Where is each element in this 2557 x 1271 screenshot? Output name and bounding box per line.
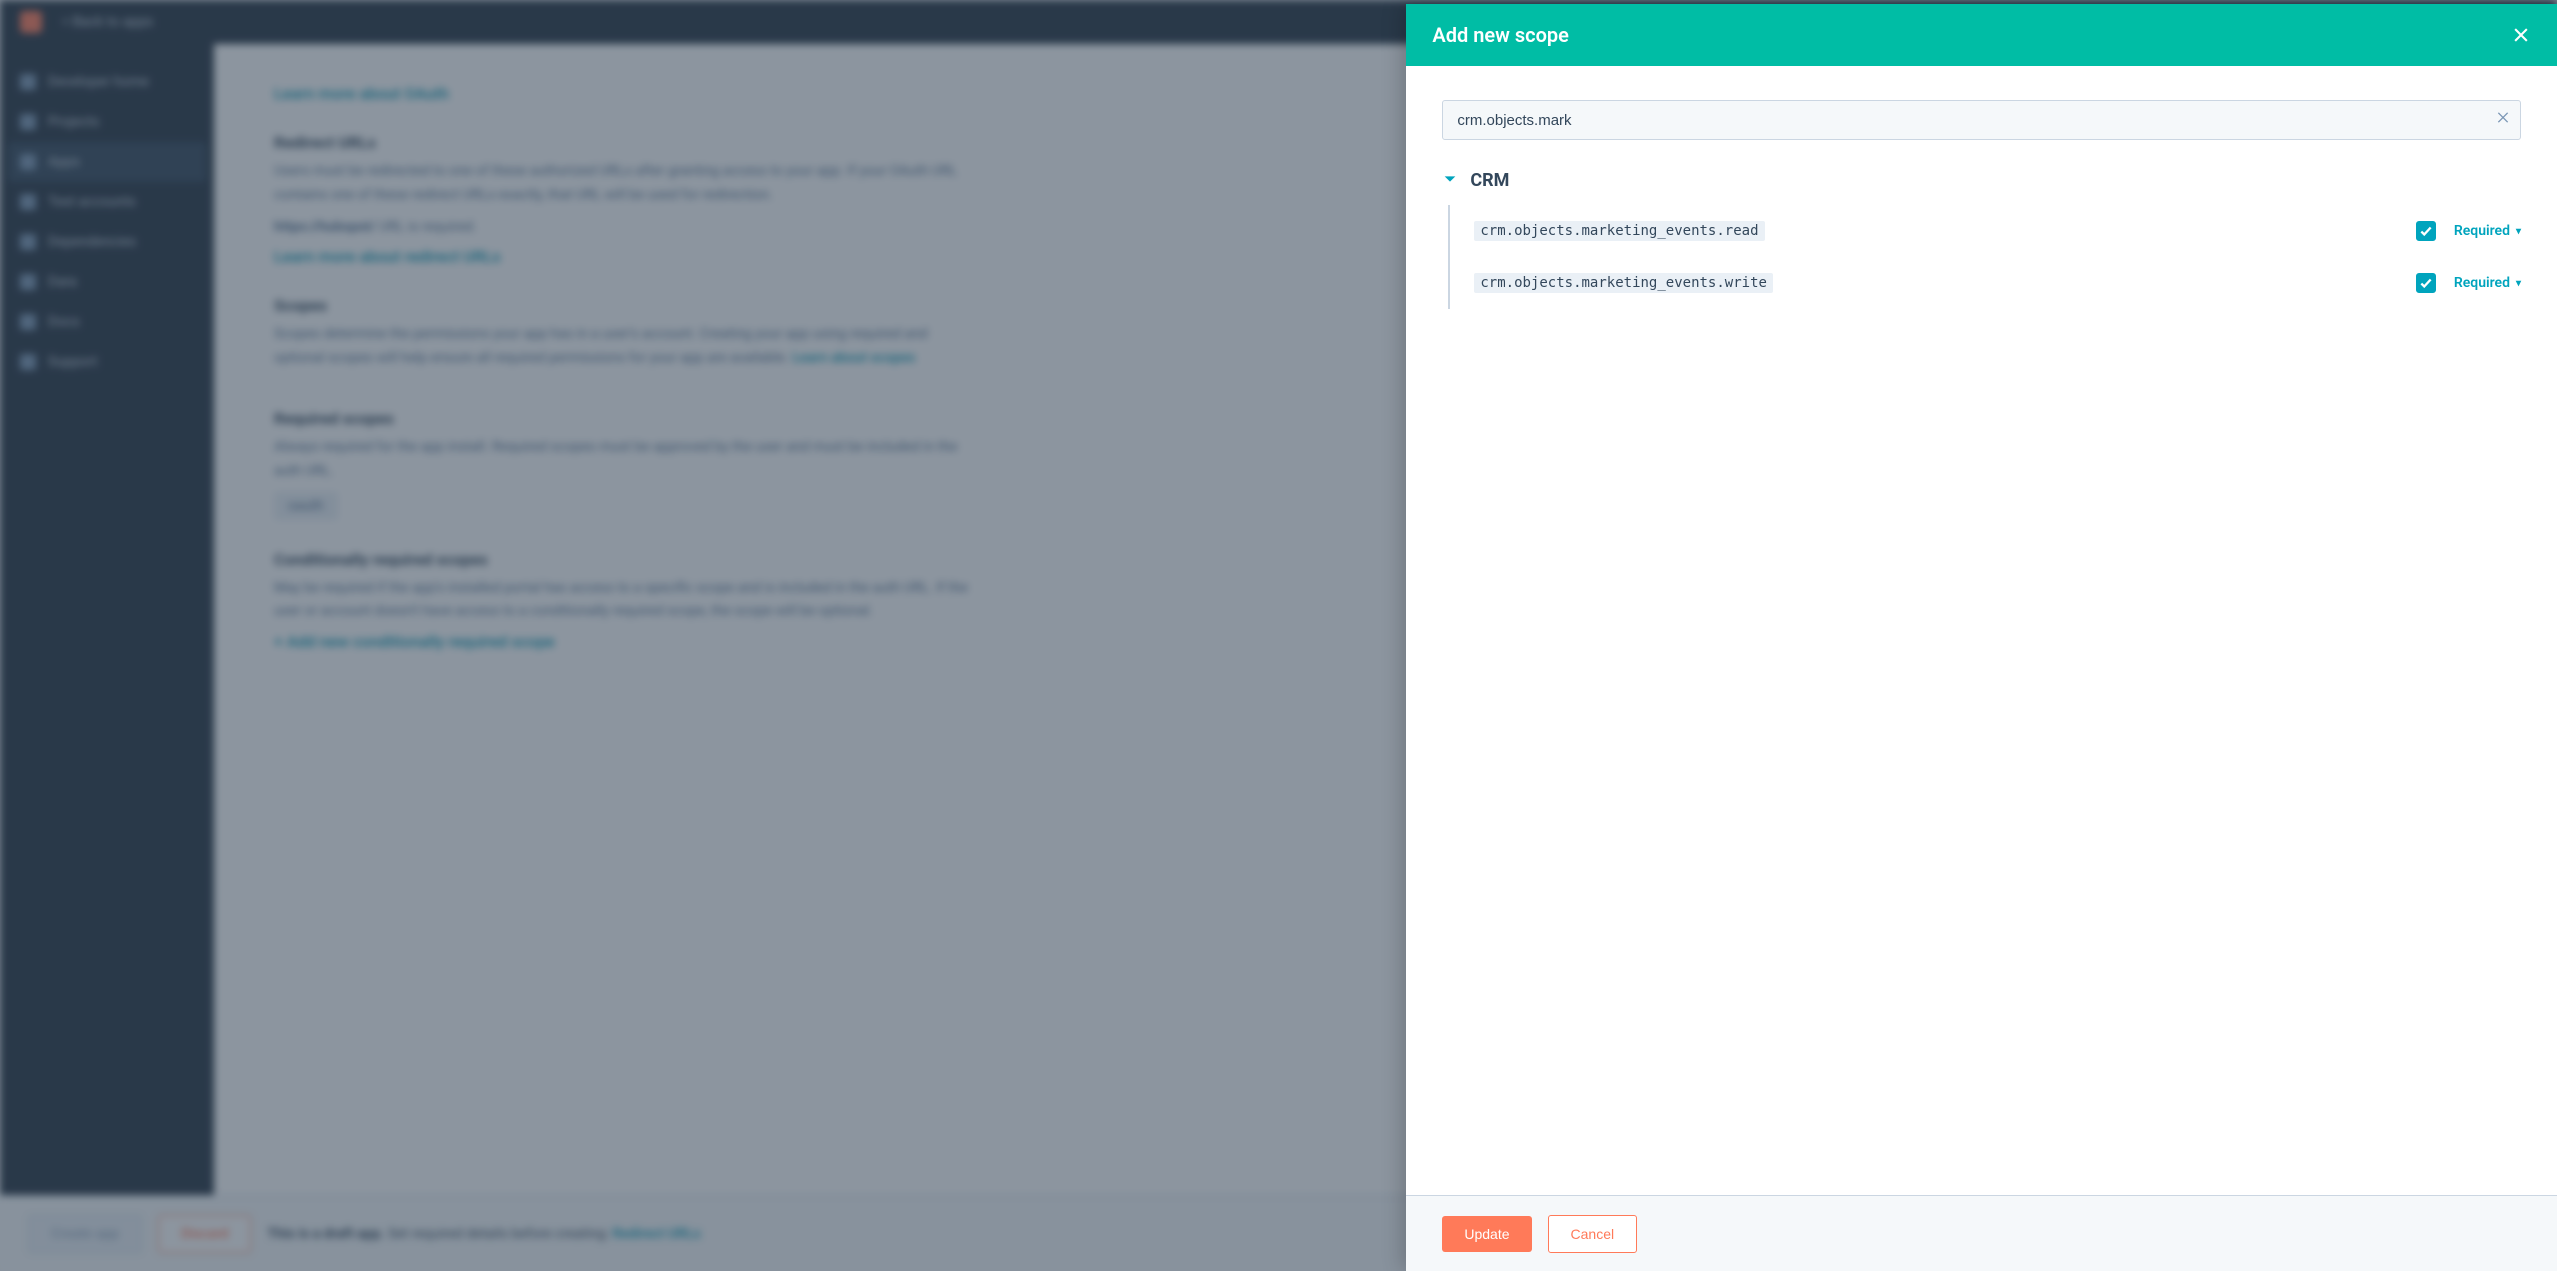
requirement-label: Required [2454,223,2510,239]
requirement-label: Required [2454,275,2510,291]
scope-group-header[interactable]: CRM [1442,170,2521,191]
chevron-down-icon [1442,171,1458,191]
panel-body: CRM crm.objects.marketing_events.read Re… [1406,66,2557,1195]
panel-footer: Update Cancel [1406,1195,2557,1271]
scope-requirement-dropdown[interactable]: Required ▾ [2454,275,2521,291]
scope-row: crm.objects.marketing_events.read Requir… [1474,205,2521,257]
scope-checkbox[interactable] [2416,273,2436,293]
clear-search-button[interactable] [2495,110,2511,131]
group-title: CRM [1470,170,1509,191]
update-button[interactable]: Update [1442,1216,1531,1252]
caret-down-icon: ▾ [2516,226,2521,237]
scope-row: crm.objects.marketing_events.write Requi… [1474,257,2521,309]
scope-list: crm.objects.marketing_events.read Requir… [1448,205,2521,309]
add-scope-panel: Add new scope CRM crm.objects.marketing_… [1406,4,2557,1271]
caret-down-icon: ▾ [2516,278,2521,289]
scope-name: crm.objects.marketing_events.write [1474,273,1773,293]
panel-header: Add new scope [1406,4,2557,66]
scope-requirement-dropdown[interactable]: Required ▾ [2454,223,2521,239]
scope-search-input[interactable] [1442,100,2521,140]
panel-title: Add new scope [1432,23,1569,47]
cancel-button[interactable]: Cancel [1548,1215,1638,1253]
scope-checkbox[interactable] [2416,221,2436,241]
search-wrap [1442,100,2521,140]
close-button[interactable] [2511,25,2531,45]
scope-name: crm.objects.marketing_events.read [1474,221,1764,241]
